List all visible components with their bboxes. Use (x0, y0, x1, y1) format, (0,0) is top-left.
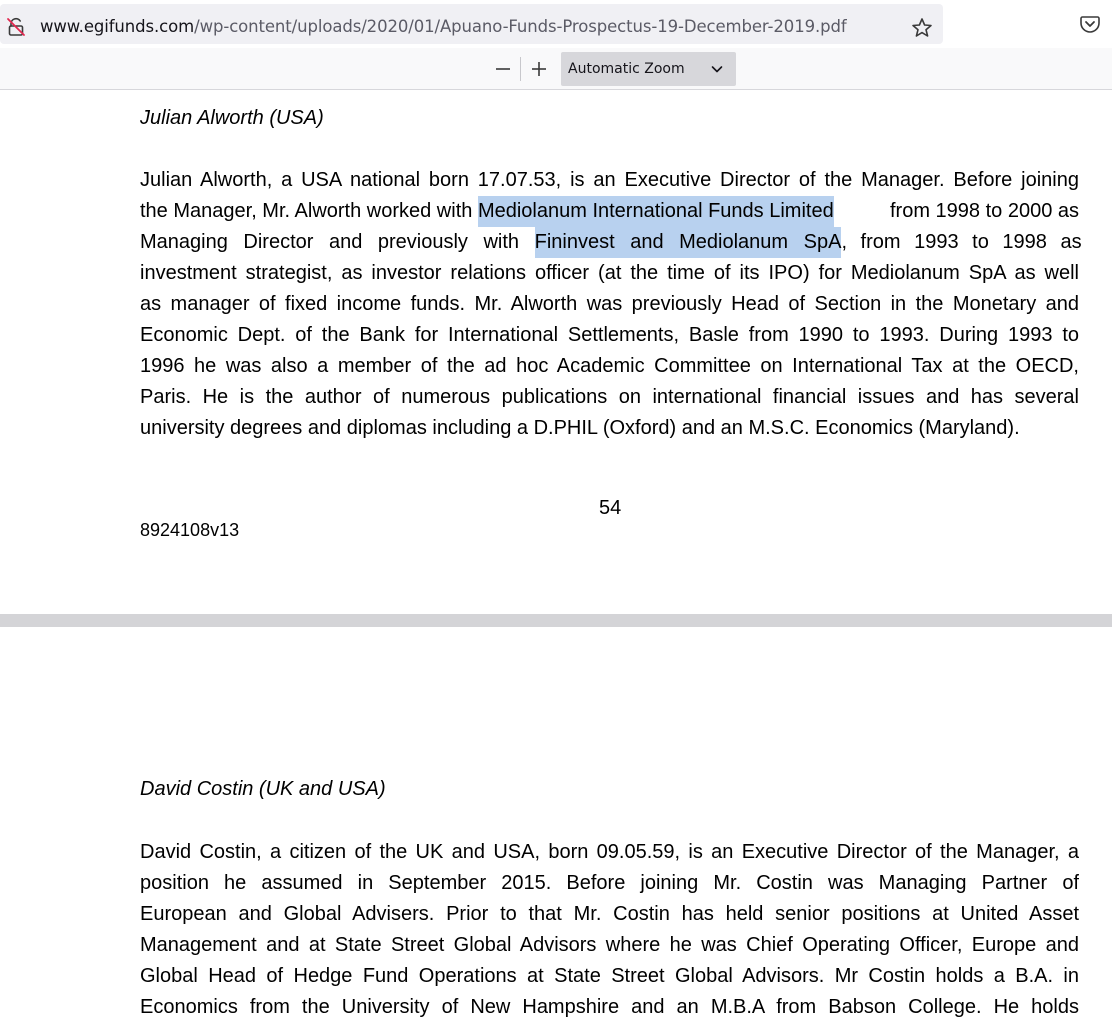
page-separator (0, 614, 1112, 627)
text-line: European and Global Advisers. Prior to t… (140, 903, 1079, 925)
pocket-icon[interactable] (1078, 12, 1102, 36)
toolbar-separator (520, 57, 521, 81)
text-line: Economic Dept. of the Bank for Internati… (140, 324, 1079, 346)
text-line: Global Head of Hedge Fund Operations at … (140, 965, 1079, 987)
url-host: www.egifunds.com (40, 17, 195, 36)
zoom-select[interactable]: Automatic Zoom (561, 52, 736, 86)
star-icon[interactable] (910, 16, 934, 40)
selected-text: Fininvest and Mediolanum SpA (534, 227, 842, 258)
selected-text: Mediolanum International Funds Limited (477, 196, 834, 227)
document-id: 8924108v13 (140, 520, 240, 540)
text-line: university degrees and diplomas includin… (140, 417, 1020, 439)
text-line: David Costin, a citizen of the UK and US… (140, 841, 1079, 863)
section-heading: David Costin (UK and USA) (140, 778, 386, 800)
text-line: as manager of fixed income funds. Mr. Al… (140, 293, 1079, 315)
address-bar[interactable]: www.egifunds.com/wp-content/uploads/2020… (0, 4, 943, 44)
pdf-toolbar: Automatic Zoom (0, 48, 1112, 90)
bio-paragraph: Julian Alworth, a USA national born 17.0… (140, 165, 1082, 444)
text-line: the Manager, Mr. Alworth worked with Med… (140, 196, 1079, 227)
zoom-select-value: Automatic Zoom (568, 61, 685, 77)
pdf-page-54: Julian Alworth (USA) Julian Alworth, a U… (0, 91, 1112, 614)
text-run: Managing Director and previously with (140, 231, 535, 253)
text-line: 1996 he was also a member of the ad hoc … (140, 355, 1079, 377)
text-line: Julian Alworth, a USA national born 17.0… (140, 169, 1079, 191)
browser-toolbar: www.egifunds.com/wp-content/uploads/2020… (0, 0, 1112, 48)
text-run: from 1998 to 2000 as (884, 200, 1079, 222)
zoom-out-button[interactable] (491, 57, 515, 81)
url-path: /wp-content/uploads/2020/01/Apuano-Funds… (194, 17, 847, 36)
text-run: , from 1993 to 1998 as (841, 231, 1082, 253)
plus-icon (532, 62, 546, 76)
text-line: Economics from the University of New Ham… (140, 996, 1079, 1018)
text-line: Managing Director and previously with Fi… (140, 227, 1082, 258)
page-number: 54 (599, 497, 622, 519)
section-heading: Julian Alworth (USA) (140, 107, 324, 129)
text-line: Management and at State Street Global Ad… (140, 934, 1079, 956)
text-line: Paris. He is the author of numerous publ… (140, 386, 1079, 408)
bio-paragraph: David Costin, a citizen of the UK and US… (140, 837, 1079, 1023)
text-line: investment strategist, as investor relat… (140, 262, 1079, 284)
text-line: position he assumed in September 2015. B… (140, 872, 1079, 894)
minus-icon (496, 68, 510, 70)
url-text[interactable]: www.egifunds.com/wp-content/uploads/2020… (40, 17, 847, 37)
zoom-in-button[interactable] (527, 57, 551, 81)
chevron-down-icon (711, 66, 723, 73)
text-run: the Manager, Mr. Alworth worked with (140, 200, 478, 222)
lock-broken-icon[interactable] (6, 17, 26, 37)
pdf-page-55: David Costin (UK and USA) David Costin, … (0, 627, 1112, 1023)
